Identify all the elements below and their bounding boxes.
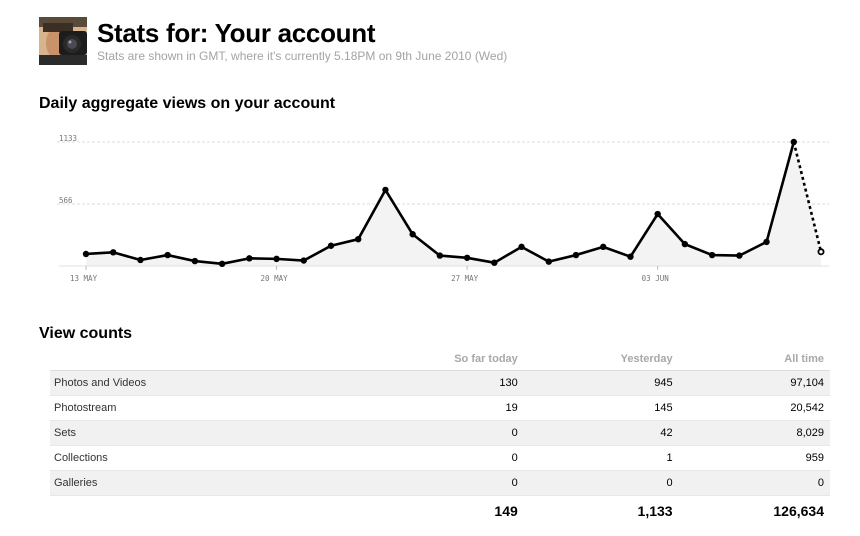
table-header-row: So far today Yesterday All time (50, 348, 830, 371)
cell-today: 0 (340, 445, 524, 471)
data-point (382, 186, 389, 194)
cell-today: 130 (340, 370, 524, 396)
cell-yesterday: 945 (523, 370, 679, 396)
page-subtitle: Stats are shown in GMT, where it's curre… (97, 49, 508, 63)
data-point (518, 243, 525, 251)
row-label[interactable]: Sets (50, 420, 340, 446)
cell-all-time: 959 (678, 445, 830, 471)
total-today: 149 (494, 503, 518, 519)
row-label[interactable]: Photos and Videos (50, 370, 340, 396)
data-point (545, 258, 552, 265)
total-yesterday: 1,133 (637, 503, 673, 519)
cell-all-time: 0 (678, 470, 830, 496)
cell-yesterday: 1 (523, 445, 679, 471)
data-point (654, 210, 661, 218)
avatar[interactable] (39, 17, 87, 65)
data-point (681, 240, 689, 248)
data-point (110, 249, 117, 256)
data-point (600, 243, 607, 251)
column-header-yesterday: Yesterday (523, 348, 679, 371)
data-point (627, 253, 634, 260)
row-label[interactable]: Galleries (50, 470, 340, 496)
data-point (327, 242, 335, 249)
table-row-photostream[interactable]: Photostream 19 145 20,542 (50, 395, 830, 421)
data-point (300, 257, 307, 264)
row-label[interactable]: Photostream (50, 395, 340, 421)
data-point (273, 255, 280, 263)
column-header-blank (50, 348, 340, 371)
data-point (246, 255, 253, 262)
cell-all-time: 8,029 (678, 420, 830, 446)
cell-yesterday: 0 (523, 470, 679, 496)
camera-portrait-icon (39, 17, 87, 65)
data-point (708, 251, 716, 259)
y-tick-label: 566 (59, 196, 73, 205)
cell-yesterday: 42 (523, 420, 679, 446)
page-header: Stats for: Your account Stats are shown … (39, 17, 839, 67)
data-point (763, 238, 770, 246)
column-header-today: So far today (340, 348, 524, 371)
chart-section-title: Daily aggregate views on your account (39, 95, 336, 112)
table-row-photos-and-videos[interactable]: Photos and Videos 130 945 97,104 (50, 370, 830, 396)
view-counts-table: So far today Yesterday All time Photos a… (50, 348, 830, 526)
column-header-all-time: All time (678, 348, 830, 371)
cell-today: 0 (340, 420, 524, 446)
table-row-galleries[interactable]: Galleries 0 0 0 (50, 470, 830, 496)
row-label[interactable]: Collections (50, 445, 340, 471)
data-point (409, 231, 416, 238)
cell-all-time: 97,104 (678, 370, 830, 396)
data-point (218, 260, 226, 268)
x-tick-label: 20 MAY (261, 274, 289, 283)
data-point (436, 252, 444, 259)
x-tick-label: 27 MAY (451, 274, 479, 283)
data-point (817, 248, 825, 256)
daily-views-chart: 566 1133 13 MAY 20 MAY 27 MAY 03 JUN (39, 128, 839, 298)
x-tick-label: 13 MAY (70, 274, 98, 283)
data-point (82, 250, 90, 258)
cell-today: 0 (340, 470, 524, 496)
table-row-sets[interactable]: Sets 0 42 8,029 (50, 420, 830, 446)
page-title: Stats for: Your account (97, 18, 376, 48)
total-all-time: 126,634 (773, 503, 824, 519)
table-total-row: 149 1,133 126,634 (50, 496, 830, 527)
daily-views-chart-svg: 566 1133 13 MAY 20 MAY 27 MAY 03 JUN (57, 134, 829, 283)
data-point (355, 235, 362, 243)
table-row-collections[interactable]: Collections 0 1 959 (50, 445, 830, 471)
data-point (572, 251, 580, 259)
x-tick-label: 03 JUN (642, 274, 669, 283)
data-point (137, 256, 144, 264)
cell-yesterday: 145 (523, 395, 679, 421)
data-point (191, 257, 199, 265)
total-label-blank (50, 496, 340, 527)
data-point (790, 138, 797, 146)
cell-today: 19 (340, 395, 524, 421)
data-point (491, 259, 498, 266)
cell-all-time: 20,542 (678, 395, 830, 421)
data-point (164, 251, 171, 259)
data-point (736, 252, 743, 259)
data-point (463, 254, 471, 261)
y-tick-label: 1133 (59, 134, 77, 143)
counts-section-title: View counts (39, 325, 133, 342)
